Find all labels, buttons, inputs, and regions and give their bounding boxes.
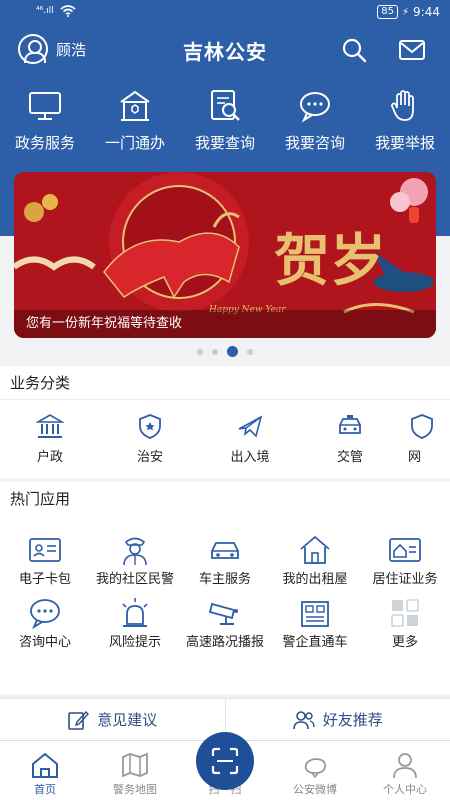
- app-residence-permit[interactable]: 居住证业务: [360, 533, 450, 588]
- hand-icon: [391, 90, 414, 121]
- carousel-indicator: [0, 346, 450, 357]
- app-risk-alert[interactable]: 风险提示: [90, 596, 180, 651]
- banner-caption: 您有一份新年祝福等待查收: [14, 310, 436, 338]
- quick-actions: 政务服务 一门通办 我要查询 我要咨询 我要举报: [0, 88, 450, 153]
- monitor-icon: [29, 92, 61, 120]
- car-icon: [211, 542, 239, 559]
- map-icon: [122, 752, 148, 778]
- office-building-icon: [301, 601, 329, 627]
- carousel-dot[interactable]: [247, 348, 253, 355]
- category-household[interactable]: 户政: [0, 412, 100, 465]
- network-icon: [411, 414, 433, 439]
- scan-icon: [211, 747, 239, 775]
- app-more[interactable]: 更多: [360, 596, 450, 651]
- carousel-dot-active[interactable]: [227, 346, 238, 357]
- grid-more-icon: [391, 599, 419, 627]
- person-icon: [393, 753, 417, 779]
- mail-icon[interactable]: [398, 36, 426, 64]
- recommend-friends-button[interactable]: 好友推荐: [224, 699, 450, 740]
- residence-card-icon: [389, 538, 421, 562]
- quick-action-report[interactable]: 我要举报: [360, 88, 450, 153]
- app-community-police[interactable]: 我的社区民警: [90, 533, 180, 588]
- scan-button[interactable]: [196, 732, 254, 790]
- category-public-security[interactable]: 治安: [100, 412, 200, 465]
- hot-apps-section: 热门应用 电子卡包 我的社区民警 车主服务 我的出租屋 居住证业务 咨询中心 风…: [0, 482, 450, 694]
- quick-action-consult[interactable]: 我要咨询: [270, 88, 360, 153]
- charging-icon: ⚡: [402, 6, 410, 18]
- police-badge-icon: [139, 414, 161, 439]
- cctv-camera-icon: [208, 602, 238, 625]
- category-exit-entry[interactable]: 出入境: [200, 412, 300, 465]
- friends-icon: [292, 710, 315, 729]
- home-icon: [32, 752, 58, 778]
- section-title: 业务分类: [0, 366, 450, 400]
- edit-icon: [68, 710, 90, 730]
- app-highway-traffic[interactable]: 高速路况播报: [180, 596, 270, 651]
- battery-indicator: 85: [377, 5, 399, 19]
- signal-icon: ⁴⁶.ıll: [36, 6, 54, 16]
- id-card-icon: [29, 538, 61, 562]
- quick-action-query[interactable]: 我要查询: [180, 88, 270, 153]
- quick-action-gov-service[interactable]: 政务服务: [0, 88, 90, 153]
- carousel-dot[interactable]: [197, 348, 203, 355]
- top-bar: 顾浩 吉林公安: [0, 30, 450, 70]
- business-categories-section: 业务分类 户政 治安 出入境 交管 网: [0, 366, 450, 478]
- promo-banner[interactable]: 贺岁 Happy New Year 您有一份新年祝福等待查收: [14, 172, 436, 338]
- police-building-icon: [120, 90, 150, 121]
- wifi-icon: [60, 5, 76, 17]
- app-car-owner-service[interactable]: 车主服务: [180, 533, 270, 588]
- category-network[interactable]: 网: [400, 412, 450, 465]
- app-e-card-wallet[interactable]: 电子卡包: [0, 533, 90, 588]
- bank-icon: [36, 414, 64, 438]
- app-my-rental-house[interactable]: 我的出租屋: [270, 533, 360, 588]
- chat-icon: [30, 599, 60, 630]
- app-consult-center[interactable]: 咨询中心: [0, 596, 90, 651]
- house-icon: [300, 535, 330, 564]
- quick-action-one-stop[interactable]: 一门通办: [90, 88, 180, 153]
- airplane-icon: [238, 415, 263, 438]
- tab-personal-center[interactable]: 个人中心: [360, 741, 450, 800]
- app-police-enterprise[interactable]: 警企直通车: [270, 596, 360, 651]
- search-document-icon: [211, 90, 240, 121]
- status-bar: ⁴⁶.ıll 85 ⚡ 9:44: [0, 0, 450, 26]
- page-title: 吉林公安: [183, 40, 267, 64]
- carousel-dot[interactable]: [212, 348, 218, 355]
- search-icon[interactable]: [340, 36, 368, 64]
- chat-bubble-icon: [300, 92, 330, 123]
- banner-art-text: 贺岁: [274, 228, 386, 294]
- section-title: 热门应用: [10, 490, 71, 508]
- tab-home[interactable]: 首页: [0, 741, 90, 800]
- suggestion-button[interactable]: 意见建议: [0, 699, 225, 740]
- police-officer-icon: [123, 537, 147, 566]
- police-car-icon: [339, 415, 361, 434]
- tab-police-weibo[interactable]: 公安微博: [270, 741, 360, 800]
- category-traffic[interactable]: 交管: [300, 412, 400, 465]
- clock: 9:44: [413, 5, 440, 19]
- tab-police-map[interactable]: 警务地图: [90, 741, 180, 800]
- alarm-light-icon: [122, 598, 148, 627]
- weibo-icon: [304, 758, 326, 779]
